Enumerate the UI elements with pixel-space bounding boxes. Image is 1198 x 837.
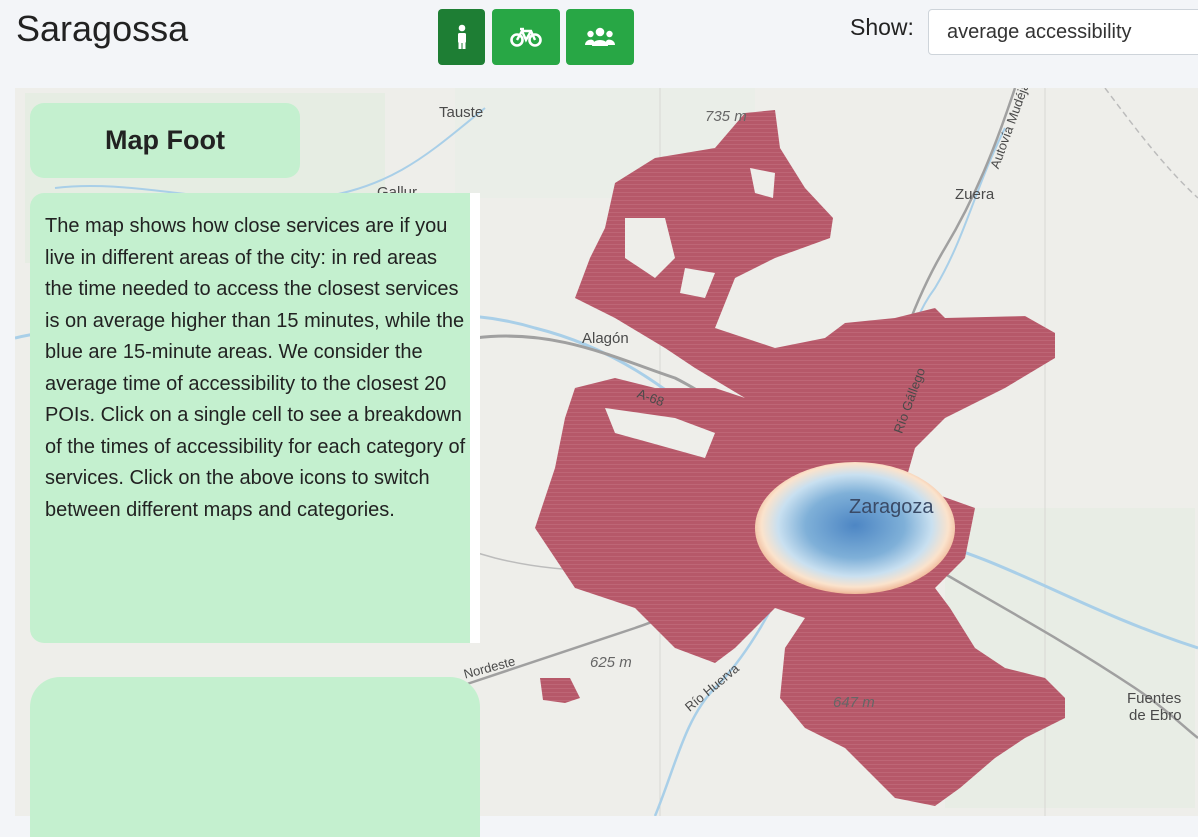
elevation-label: 647 m xyxy=(833,694,875,711)
panel-edge xyxy=(470,193,480,643)
town-label: Alagón xyxy=(582,330,629,347)
elevation-label: 625 m xyxy=(590,654,632,671)
bicycle-icon xyxy=(510,27,542,47)
city-title: Saragossa xyxy=(16,8,189,49)
panel-title: Map Foot xyxy=(30,103,300,178)
users-icon xyxy=(585,27,615,46)
show-label: Show: xyxy=(850,14,914,40)
town-label: de Ebro xyxy=(1129,707,1182,724)
town-label: Tauste xyxy=(439,104,484,121)
walking-person-icon xyxy=(457,24,466,49)
breakdown-panel xyxy=(30,677,480,837)
accessibility-area-near xyxy=(755,462,955,594)
elevation-label: 735 m xyxy=(705,108,747,125)
town-label: Zuera xyxy=(955,186,995,203)
map-type-select[interactable]: average accessibility xyxy=(928,9,1198,55)
city-label: Zaragoza xyxy=(849,496,934,518)
bike-mode-button[interactable] xyxy=(492,9,560,65)
top-bar: Saragossa Show: average accessibility xyxy=(0,0,1198,88)
town-label: Fuentes xyxy=(1127,690,1182,707)
people-mode-button[interactable] xyxy=(566,9,634,65)
walk-mode-button[interactable] xyxy=(438,9,485,65)
panel-description: The map shows how close services are if … xyxy=(30,193,480,643)
